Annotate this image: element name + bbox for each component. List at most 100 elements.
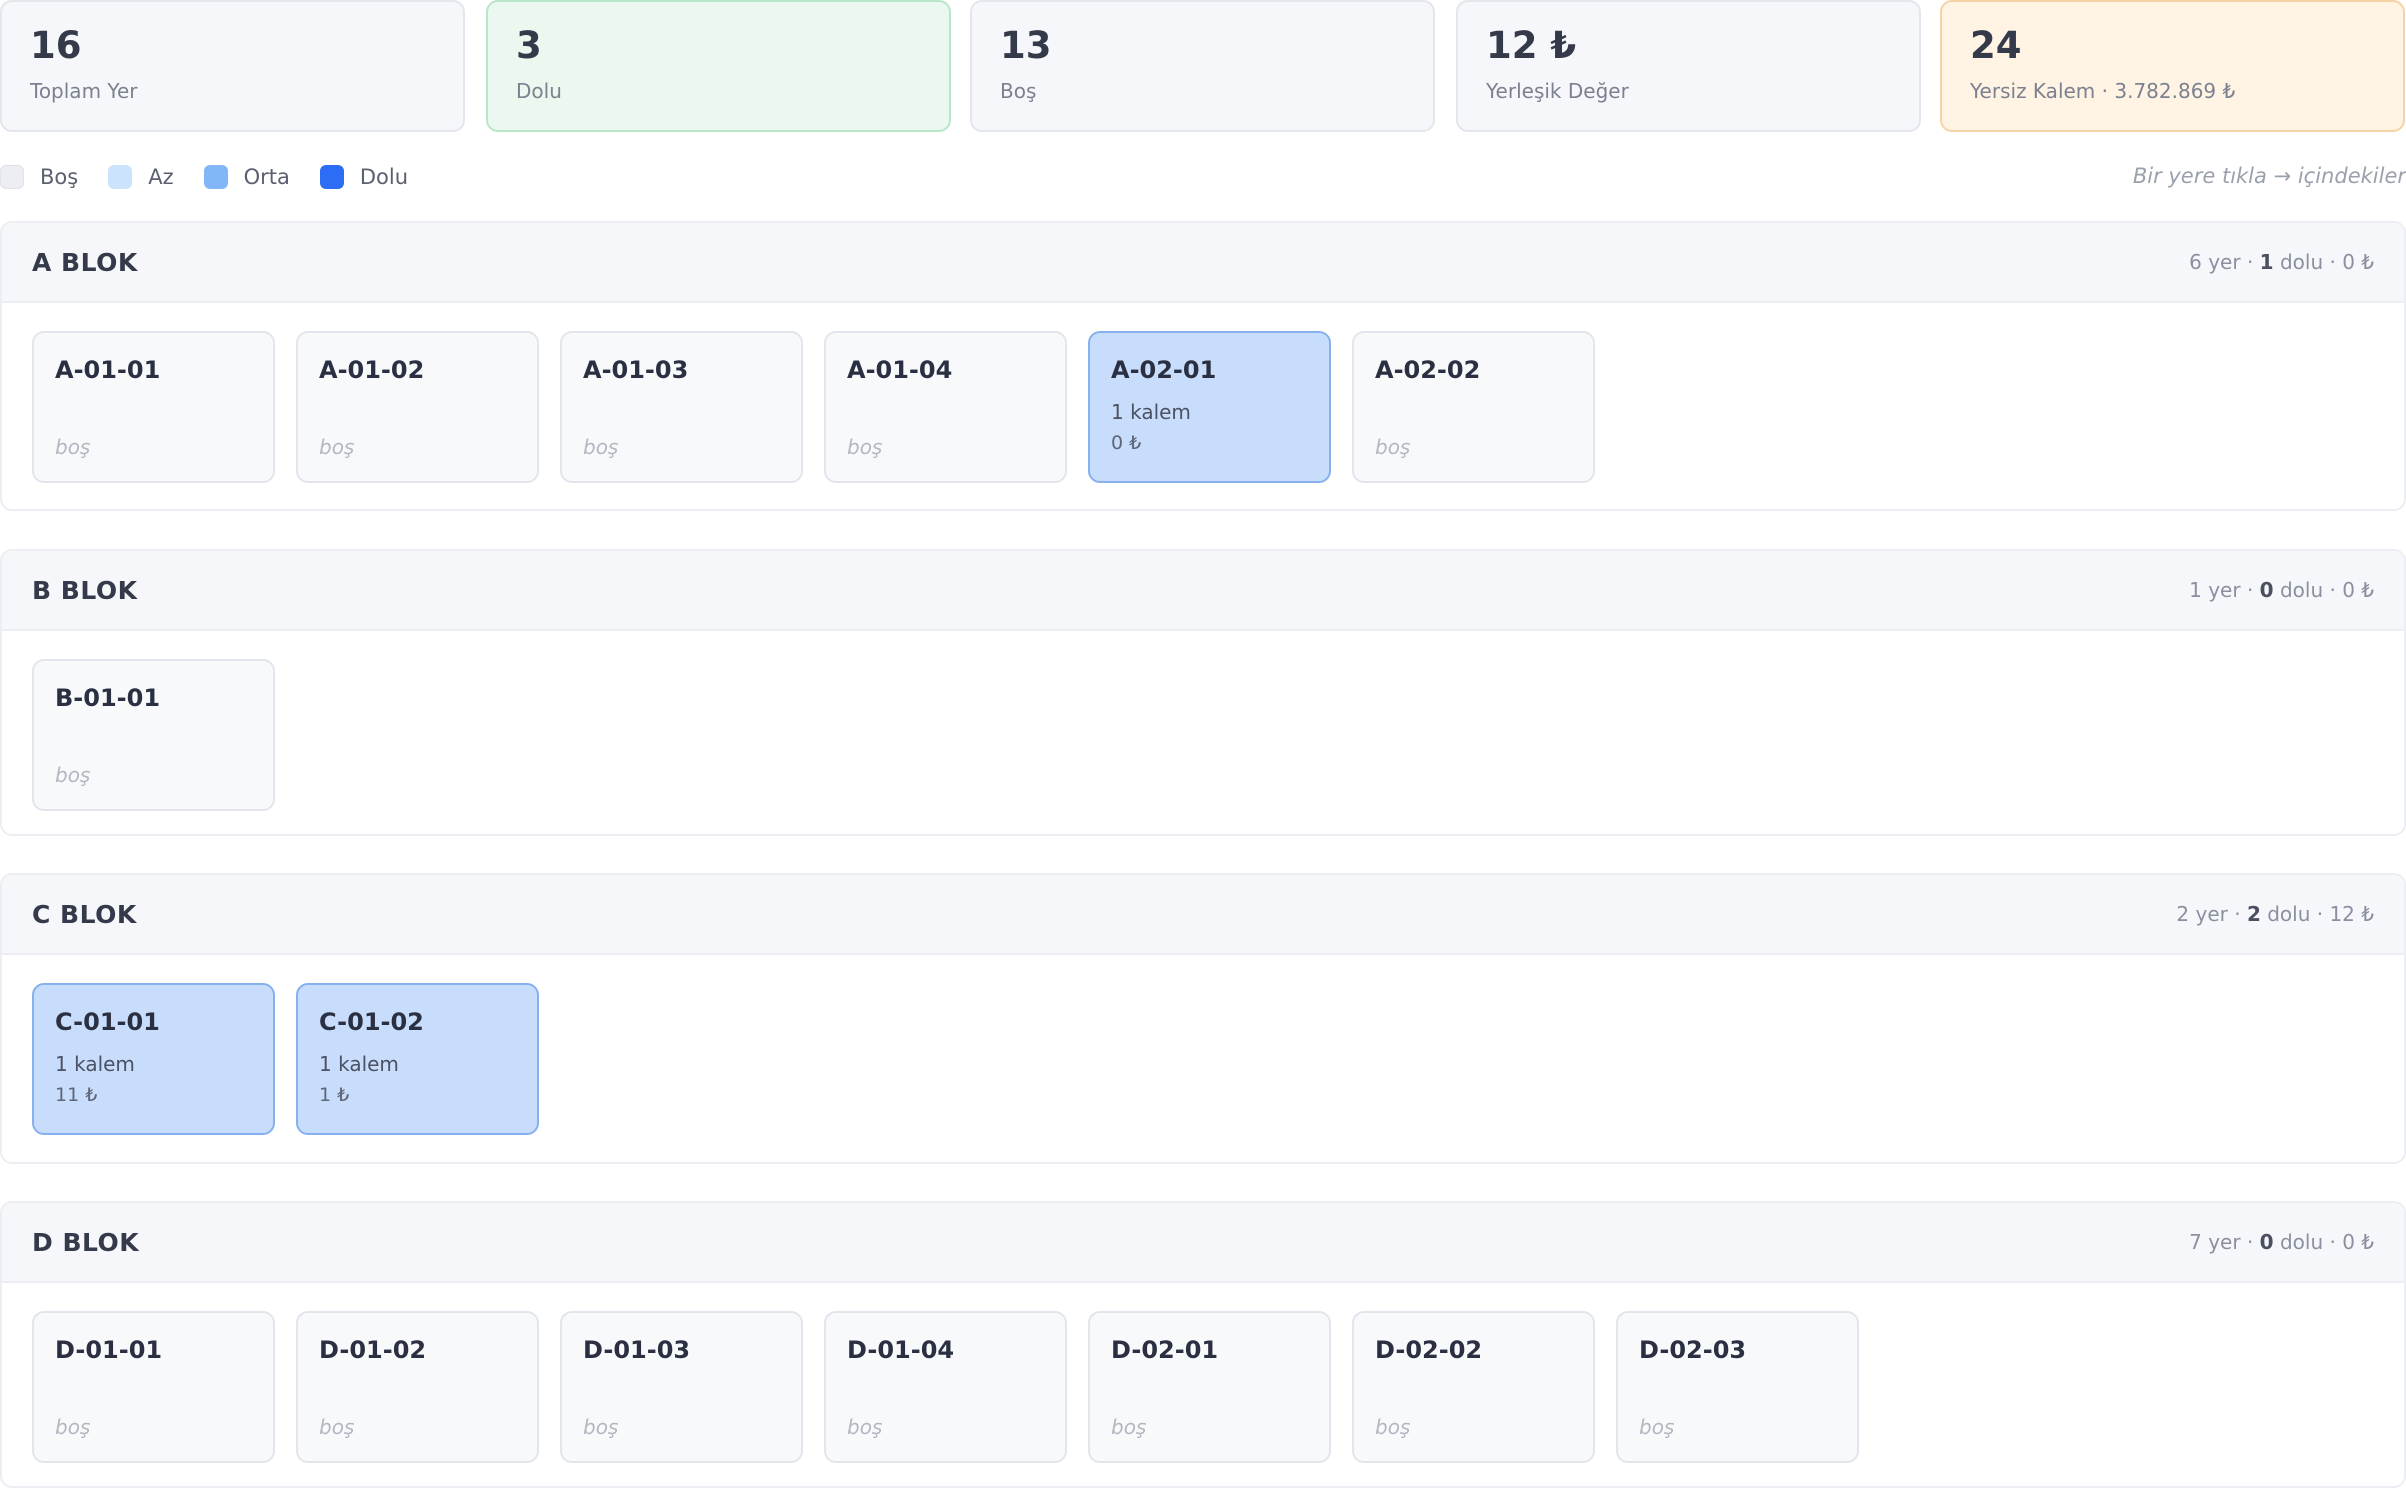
slot-card[interactable]: D-01-04 boş — [824, 1311, 1067, 1463]
legend-label: Boş — [40, 165, 79, 189]
slot-code: D-01-04 — [847, 1336, 955, 1364]
block-title: D BLOK — [32, 1227, 140, 1257]
block-summary: 2 yer · 2 dolu · 12 ₺ — [2176, 902, 2374, 926]
occupancy-legend: Boş Az Orta Dolu — [0, 162, 438, 192]
slot-empty-label: boş — [1639, 1415, 1675, 1439]
stat-value: 12 ₺ — [1486, 24, 1577, 67]
slot-code: D-01-03 — [583, 1336, 691, 1364]
slot-card[interactable]: D-01-03 boş — [560, 1311, 803, 1463]
stat-label: Boş — [1000, 79, 1037, 103]
slot-grid: A-01-01 boş A-01-02 boş A-01-03 boş A-01-04… — [2, 303, 2404, 509]
slot-empty-label: boş — [583, 435, 619, 459]
slot-value: 0 ₺ — [1111, 432, 1142, 454]
legend-item-full: Dolu — [319, 165, 409, 189]
slot-empty-label: boş — [1375, 435, 1411, 459]
slot-card[interactable]: D-02-02 boş — [1352, 1311, 1595, 1463]
slot-empty-label: boş — [1375, 1415, 1411, 1439]
slot-card[interactable]: A-02-02 boş — [1352, 331, 1595, 483]
slot-card[interactable]: C-01-01 1 kalem 11 ₺ — [32, 983, 275, 1135]
slot-grid: B-01-01 boş — [2, 631, 2404, 834]
slot-card[interactable]: A-02-01 1 kalem 0 ₺ — [1088, 331, 1331, 483]
slot-code: D-02-03 — [1639, 1336, 1747, 1364]
slot-code: A-01-04 — [847, 356, 953, 384]
slot-item-count: 1 kalem — [1111, 400, 1191, 424]
stat-empty: 13 Boş — [970, 0, 1435, 132]
legend-swatch-low — [108, 165, 133, 189]
stat-value: 16 — [30, 24, 82, 67]
legend-swatch-empty — [0, 165, 24, 189]
slot-card[interactable]: A-01-01 boş — [32, 331, 275, 483]
slot-empty-label: boş — [55, 763, 91, 787]
slot-value: 11 ₺ — [55, 1084, 98, 1106]
slot-empty-label: boş — [319, 1415, 355, 1439]
slot-card[interactable]: D-01-02 boş — [296, 1311, 539, 1463]
block-header: A BLOK 6 yer · 1 dolu · 0 ₺ — [2, 223, 2404, 303]
legend-label: Orta — [243, 165, 290, 189]
slot-empty-label: boş — [319, 435, 355, 459]
legend-item-empty: Boş — [0, 165, 78, 189]
block-summary: 1 yer · 0 dolu · 0 ₺ — [2189, 578, 2374, 602]
slot-code: C-01-02 — [319, 1008, 424, 1036]
legend-item-low: Az — [108, 165, 174, 189]
block-d: D BLOK 7 yer · 0 dolu · 0 ₺ D-01-01 boş D… — [0, 1201, 2406, 1488]
block-c: C BLOK 2 yer · 2 dolu · 12 ₺ C-01-01 1 ka… — [0, 873, 2406, 1164]
block-header: C BLOK 2 yer · 2 dolu · 12 ₺ — [2, 875, 2404, 955]
slot-card[interactable]: D-02-03 boş — [1616, 1311, 1859, 1463]
stat-total-places: 16 Toplam Yer — [0, 0, 465, 132]
slot-card[interactable]: A-01-03 boş — [560, 331, 803, 483]
slot-empty-label: boş — [1111, 1415, 1147, 1439]
stat-value: 13 — [1000, 24, 1052, 67]
click-hint: Bir yere tıkla → içindekiler — [2132, 164, 2406, 188]
slot-code: A-01-01 — [55, 356, 161, 384]
slot-card[interactable]: D-02-01 boş — [1088, 1311, 1331, 1463]
stat-value: 3 — [516, 24, 542, 67]
stat-label: Yersiz Kalem · 3.782.869 ₺ — [1970, 79, 2236, 103]
slot-card[interactable]: B-01-01 boş — [32, 659, 275, 811]
slot-code: A-01-02 — [319, 356, 425, 384]
stat-label: Yerleşik Değer — [1486, 79, 1629, 103]
slot-code: D-02-02 — [1375, 1336, 1483, 1364]
slot-code: D-01-01 — [55, 1336, 163, 1364]
legend-item-medium: Orta — [203, 165, 290, 189]
stat-filled: 3 Dolu — [486, 0, 951, 132]
slot-empty-label: boş — [583, 1415, 619, 1439]
slot-grid: C-01-01 1 kalem 11 ₺ C-01-02 1 kalem 1 ₺ — [2, 955, 2404, 1162]
stats-row: 16 Toplam Yer 3 Dolu 13 Boş 12 ₺ Yerleşi… — [0, 0, 2406, 132]
stat-label: Dolu — [516, 79, 562, 103]
slot-grid: D-01-01 boş D-01-02 boş D-01-03 boş D-01-04… — [2, 1283, 2404, 1486]
block-header: D BLOK 7 yer · 0 dolu · 0 ₺ — [2, 1203, 2404, 1283]
legend-label: Az — [148, 165, 174, 189]
block-header: B BLOK 1 yer · 0 dolu · 0 ₺ — [2, 551, 2404, 631]
block-summary: 7 yer · 0 dolu · 0 ₺ — [2189, 1230, 2374, 1254]
stat-unplaced-items[interactable]: 24 Yersiz Kalem · 3.782.869 ₺ — [1940, 0, 2405, 132]
slot-code: C-01-01 — [55, 1008, 160, 1036]
slot-empty-label: boş — [847, 435, 883, 459]
block-a: A BLOK 6 yer · 1 dolu · 0 ₺ A-01-01 boş A… — [0, 221, 2406, 511]
slot-card[interactable]: A-01-02 boş — [296, 331, 539, 483]
block-title: C BLOK — [32, 899, 137, 929]
slot-card[interactable]: A-01-04 boş — [824, 331, 1067, 483]
slot-code: A-02-02 — [1375, 356, 1481, 384]
slot-code: D-02-01 — [1111, 1336, 1219, 1364]
legend-label: Dolu — [359, 165, 409, 189]
slot-empty-label: boş — [847, 1415, 883, 1439]
slot-value: 1 ₺ — [319, 1084, 350, 1106]
stat-value: 24 — [1970, 24, 2022, 67]
block-summary: 6 yer · 1 dolu · 0 ₺ — [2189, 250, 2374, 274]
legend-swatch-full — [319, 165, 344, 189]
slot-empty-label: boş — [55, 1415, 91, 1439]
slot-code: D-01-02 — [319, 1336, 427, 1364]
slot-code: A-02-01 — [1111, 356, 1217, 384]
block-b: B BLOK 1 yer · 0 dolu · 0 ₺ B-01-01 boş — [0, 549, 2406, 836]
stat-placed-value: 12 ₺ Yerleşik Değer — [1456, 0, 1921, 132]
legend-swatch-medium — [203, 165, 228, 189]
block-title: B BLOK — [32, 575, 138, 605]
slot-item-count: 1 kalem — [319, 1052, 399, 1076]
slot-code: A-01-03 — [583, 356, 689, 384]
slot-card[interactable]: D-01-01 boş — [32, 1311, 275, 1463]
slot-code: B-01-01 — [55, 684, 161, 712]
slot-item-count: 1 kalem — [55, 1052, 135, 1076]
stat-label: Toplam Yer — [30, 79, 138, 103]
slot-card[interactable]: C-01-02 1 kalem 1 ₺ — [296, 983, 539, 1135]
block-title: A BLOK — [32, 247, 138, 277]
